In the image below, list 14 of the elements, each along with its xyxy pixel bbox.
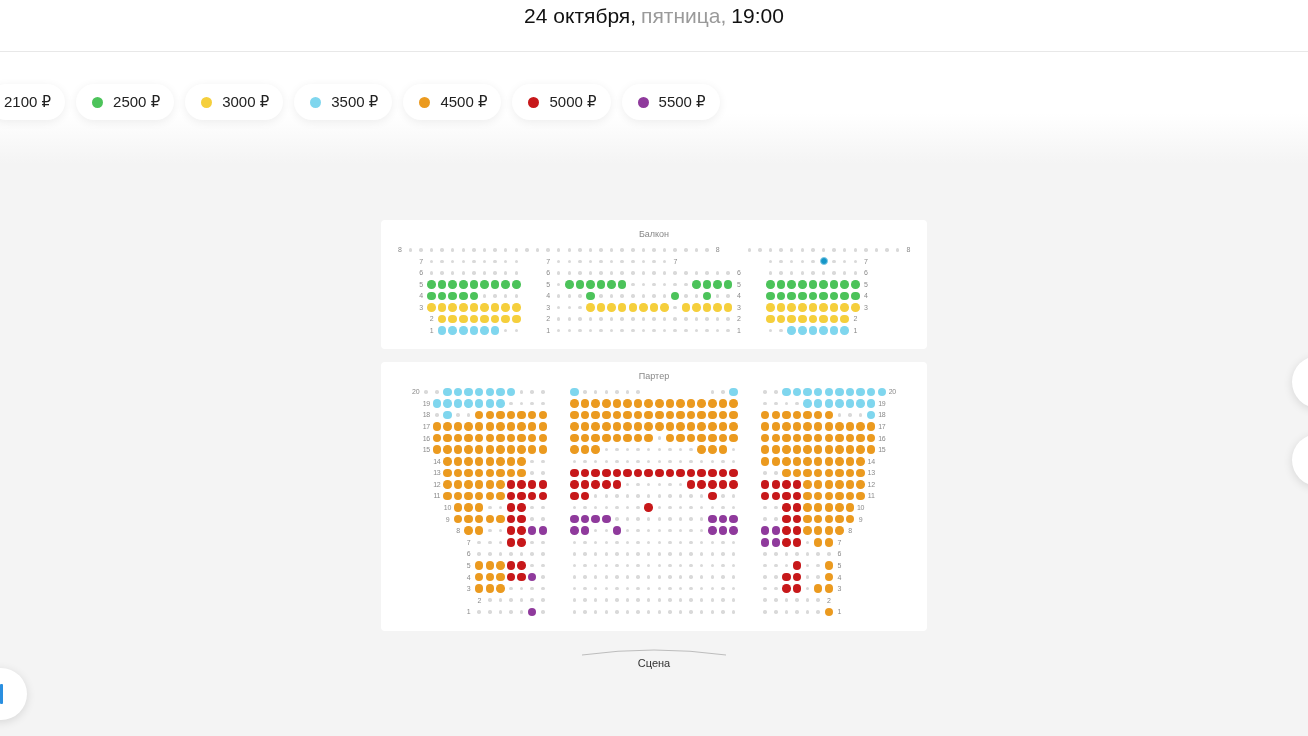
event-time: 19:00 [731,4,784,28]
event-date: 24 октября, [524,4,637,28]
price-filter-chip[interactable]: 2500 ₽ [76,84,175,120]
price-filter-chip[interactable]: 5500 ₽ [621,84,720,120]
stage-label: Сцена [637,656,671,669]
price-filter-chip[interactable]: 5000 ₽ [512,84,611,120]
price-filter-chip[interactable]: 3000 ₽ [185,84,284,120]
selected-seat[interactable] [819,257,828,266]
price-filter-chip[interactable]: 2100 ₽ [0,84,66,120]
section-title: Балкон [638,229,670,240]
event-weekday: пятница, [641,4,727,28]
section-title: Партер [638,371,670,382]
price-filter-chip[interactable]: 4500 ₽ [403,84,502,120]
price-filter-chip[interactable]: 3500 ₽ [294,84,393,120]
